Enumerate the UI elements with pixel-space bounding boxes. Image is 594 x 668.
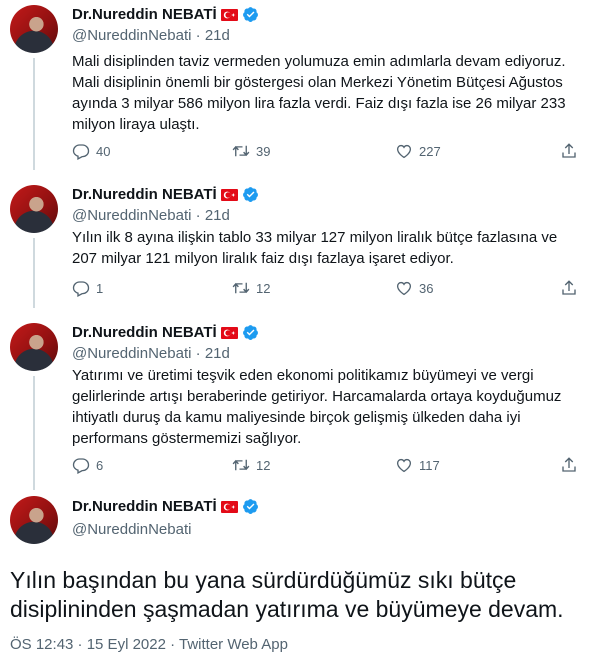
like-count: 36: [419, 280, 434, 296]
tweet-text: Mali disiplinden taviz vermeden yolumuza…: [72, 53, 566, 133]
tweet-meta[interactable]: ÖS 12:43 · 15 Eyl 2022 · Twitter Web App: [10, 636, 288, 653]
author-name[interactable]: Dr.Nureddin NEBATİ: [72, 6, 217, 23]
avatar[interactable]: [10, 185, 58, 233]
retweet-icon: [232, 145, 250, 157]
tweet-2[interactable]: Dr.Nureddin NEBATİ @NureddinNebati · 21d…: [0, 180, 594, 308]
turkish-flag-icon: [220, 326, 238, 339]
share-icon: [562, 143, 576, 158]
like-button[interactable]: 227: [395, 142, 441, 160]
share-button[interactable]: [560, 142, 578, 160]
handle-row: @NureddinNebati · 21d: [72, 207, 230, 224]
verified-icon: [242, 7, 258, 22]
retweet-button[interactable]: 39: [232, 142, 270, 160]
separator: ·: [195, 207, 201, 224]
turkish-flag-icon: [220, 500, 238, 513]
verified-icon: [242, 187, 258, 202]
avatar[interactable]: [10, 496, 58, 544]
share-button[interactable]: [560, 279, 578, 297]
retweet-button[interactable]: 12: [232, 456, 270, 474]
tweet-actions: 6 12 117: [72, 456, 582, 476]
reply-button[interactable]: 1: [72, 279, 103, 297]
avatar[interactable]: [10, 323, 58, 371]
timestamp[interactable]: 21d: [205, 345, 230, 362]
like-icon: [396, 144, 412, 159]
reply-icon: [72, 281, 90, 297]
retweet-count: 39: [256, 143, 271, 159]
share-icon: [562, 280, 576, 295]
author-name[interactable]: Dr.Nureddin NEBATİ: [72, 498, 217, 515]
thread-line: [33, 238, 35, 308]
reply-button[interactable]: 6: [72, 456, 103, 474]
like-count: 117: [419, 457, 440, 473]
tweet-3[interactable]: Dr.Nureddin NEBATİ @NureddinNebati · 21d…: [0, 318, 594, 490]
like-icon: [396, 281, 412, 296]
verified-icon: [242, 499, 258, 514]
author-name[interactable]: Dr.Nureddin NEBATİ: [72, 324, 217, 341]
author-handle[interactable]: @NureddinNebati: [72, 207, 191, 224]
author-row: Dr.Nureddin NEBATİ: [72, 6, 259, 23]
retweet-icon: [232, 459, 250, 471]
like-count: 227: [419, 143, 441, 159]
timestamp[interactable]: 21d: [205, 27, 230, 44]
turkish-flag-icon: [220, 8, 238, 21]
author-name[interactable]: Dr.Nureddin NEBATİ: [72, 186, 217, 203]
author-row: Dr.Nureddin NEBATİ: [72, 498, 259, 515]
like-icon: [396, 458, 412, 473]
like-button[interactable]: 117: [395, 456, 440, 474]
retweet-icon: [232, 282, 250, 294]
share-button[interactable]: [560, 456, 578, 474]
verified-icon: [242, 325, 258, 340]
tweet-text: Yatırımı ve üretimi teşvik eden ekonomi …: [72, 367, 562, 447]
retweet-button[interactable]: 12: [232, 279, 270, 297]
reply-icon: [72, 144, 90, 160]
tweet-actions: 40 39 227: [72, 142, 582, 162]
author-handle[interactable]: @NureddinNebati: [72, 345, 191, 362]
author-handle[interactable]: @NureddinNebati: [72, 27, 191, 44]
turkish-flag-icon: [220, 188, 238, 201]
retweet-count: 12: [256, 457, 271, 473]
avatar[interactable]: [10, 5, 58, 53]
main-tweet-text: Yılın başından bu yana sürdürdüğümüz sık…: [10, 567, 564, 622]
reply-icon: [72, 458, 90, 474]
timestamp[interactable]: 21d: [205, 207, 230, 224]
reply-count: 1: [96, 280, 104, 296]
reply-count: 40: [96, 143, 111, 159]
separator: ·: [195, 345, 201, 362]
separator: ·: [195, 27, 201, 44]
retweet-count: 12: [256, 280, 271, 296]
reply-button[interactable]: 40: [72, 142, 110, 160]
author-row: Dr.Nureddin NEBATİ: [72, 186, 259, 203]
thread-line: [33, 376, 35, 490]
tweet-text: Yılın ilk 8 ayına ilişkin tablo 33 milya…: [72, 229, 558, 267]
tweet-1[interactable]: Dr.Nureddin NEBATİ @NureddinNebati · 21d…: [0, 0, 594, 170]
reply-count: 6: [96, 457, 104, 473]
handle-row: @NureddinNebati · 21d: [72, 27, 230, 44]
tweet-actions: 1 12 36: [72, 279, 582, 299]
author-row: Dr.Nureddin NEBATİ: [72, 324, 259, 341]
thread-line: [33, 58, 35, 170]
author-handle[interactable]: @NureddinNebati: [72, 521, 191, 538]
handle-row: @NureddinNebati · 21d: [72, 345, 230, 362]
like-button[interactable]: 36: [395, 279, 433, 297]
share-icon: [562, 457, 576, 472]
